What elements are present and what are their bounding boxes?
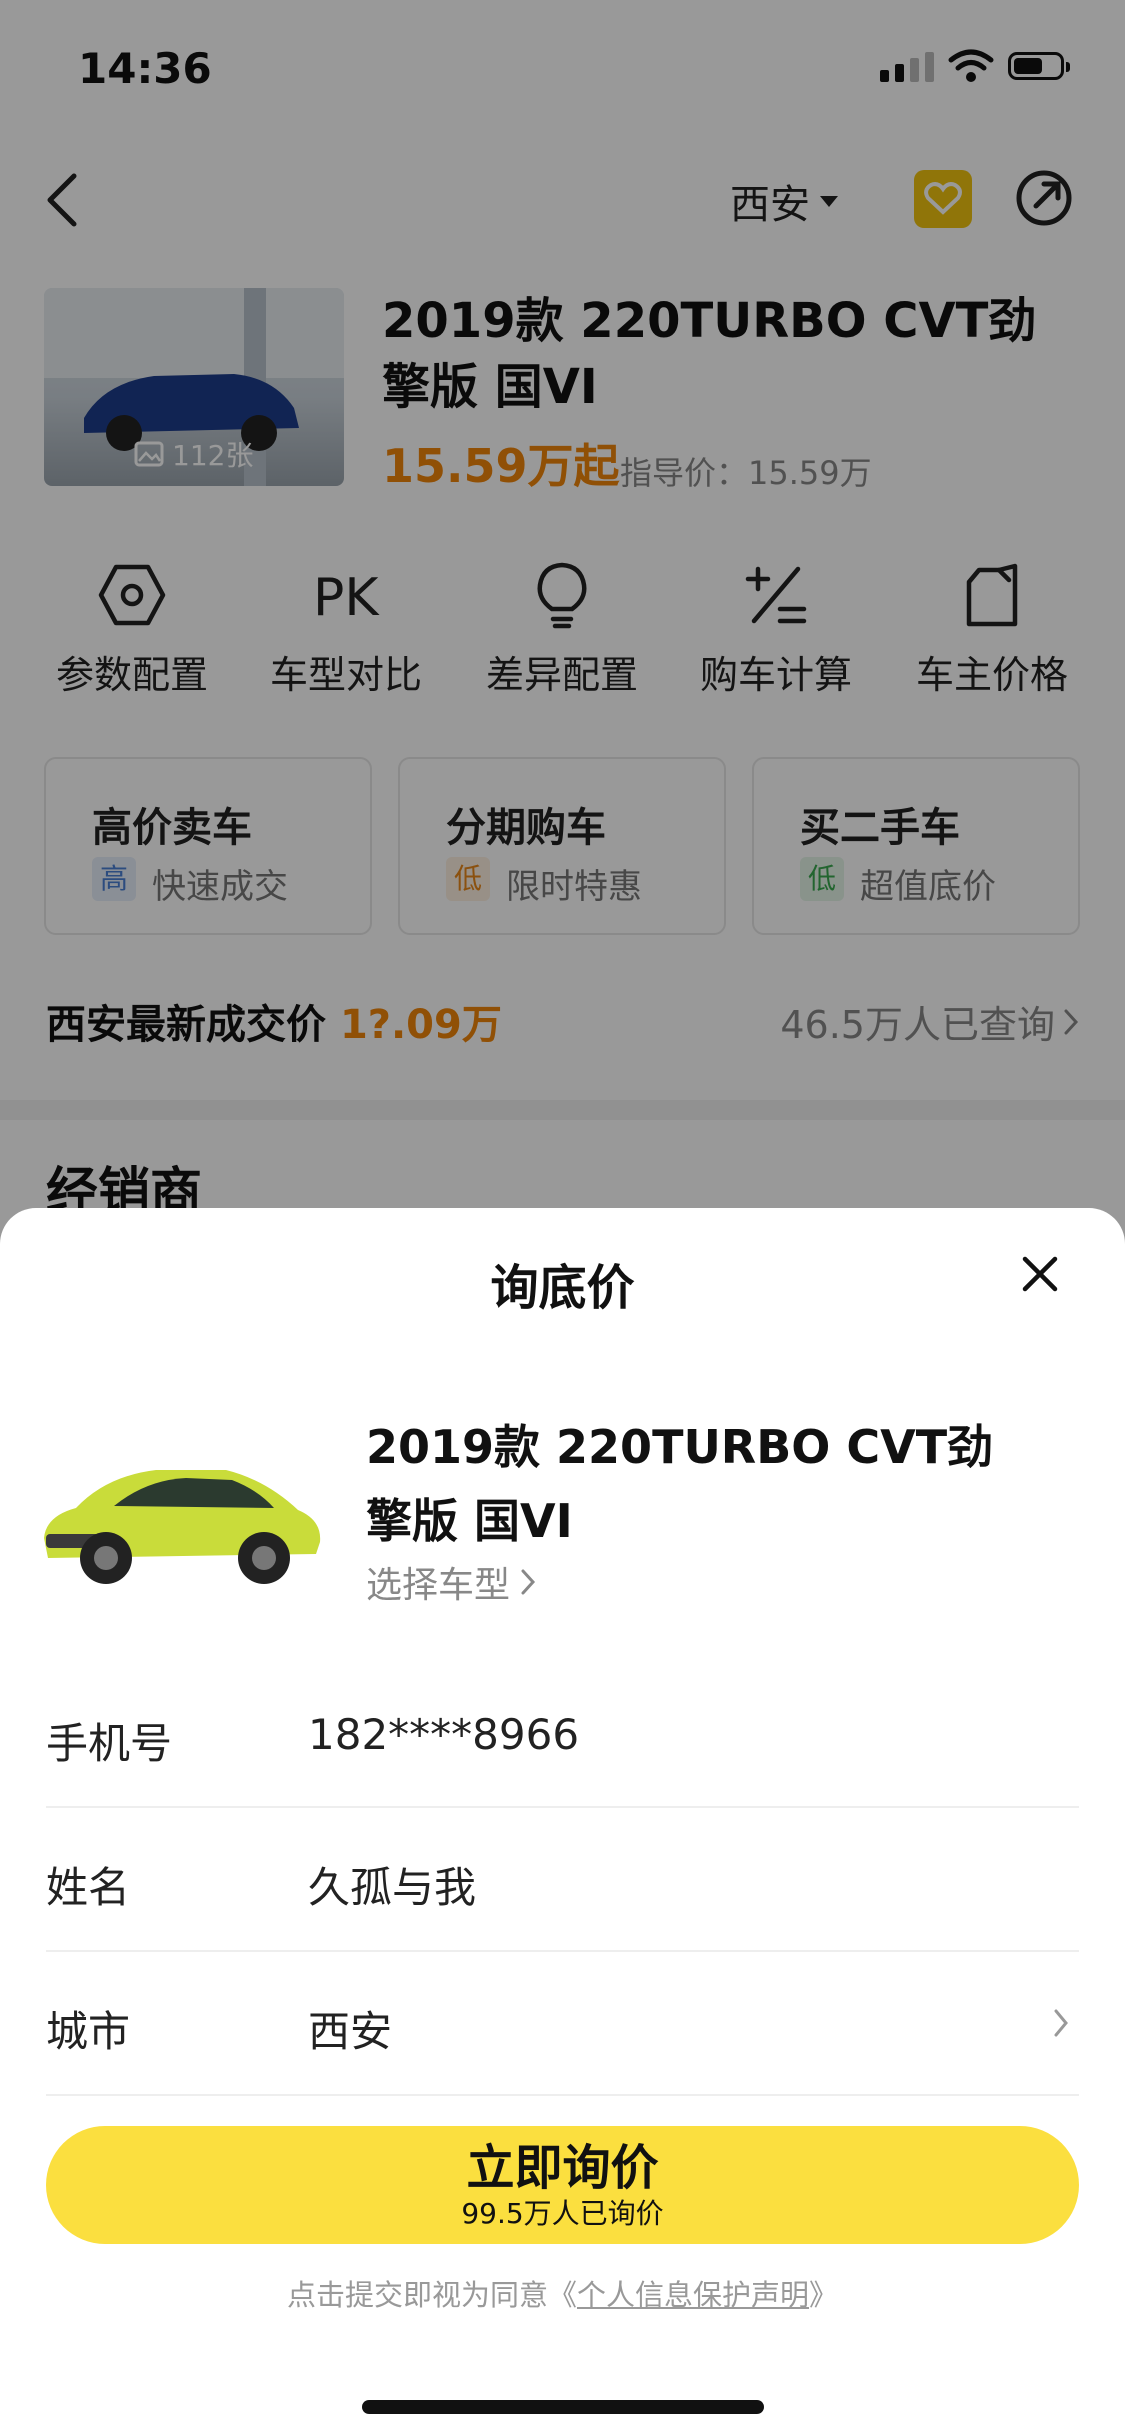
agreement-text: 点击提交即视为同意《个人信息保护声明》 bbox=[286, 2278, 839, 2312]
field-label: 城市 bbox=[46, 2007, 131, 2056]
city-field[interactable]: 城市 西安 bbox=[46, 1950, 1079, 2096]
home-indicator[interactable] bbox=[362, 2400, 764, 2414]
chevron-right-icon bbox=[521, 1569, 536, 1595]
inquire-now-button[interactable]: 立即询价 99.5万人已询价 bbox=[46, 2126, 1079, 2244]
privacy-statement-link[interactable]: 个人信息保护声明 bbox=[577, 2278, 809, 2312]
name-input[interactable]: 久孤与我 bbox=[308, 1854, 476, 1915]
choose-model-link[interactable]: 选择车型 bbox=[366, 1556, 536, 1608]
sheet-title: 询底价 bbox=[490, 1260, 635, 1316]
field-label: 手机号 bbox=[46, 1719, 173, 1768]
cta-main-label: 立即询价 bbox=[466, 2140, 659, 2196]
phone-input[interactable]: 182****8966 bbox=[308, 1710, 579, 1759]
phone-field[interactable]: 手机号 182****8966 bbox=[46, 1662, 1079, 1808]
close-icon[interactable] bbox=[1020, 1254, 1060, 1294]
selected-model: 2019款 220TURBO CVT劲擎版 国VI bbox=[366, 1420, 994, 1548]
city-value: 西安 bbox=[308, 2007, 393, 2056]
name-field[interactable]: 姓名 久孤与我 bbox=[46, 1806, 1079, 1952]
choose-model-label: 选择车型 bbox=[366, 1565, 511, 1606]
cta-sub-label: 99.5万人已询价 bbox=[461, 2197, 664, 2230]
chevron-right-icon bbox=[1054, 2009, 1068, 2037]
car-image bbox=[44, 1470, 321, 1584]
field-label: 姓名 bbox=[46, 1863, 131, 1912]
